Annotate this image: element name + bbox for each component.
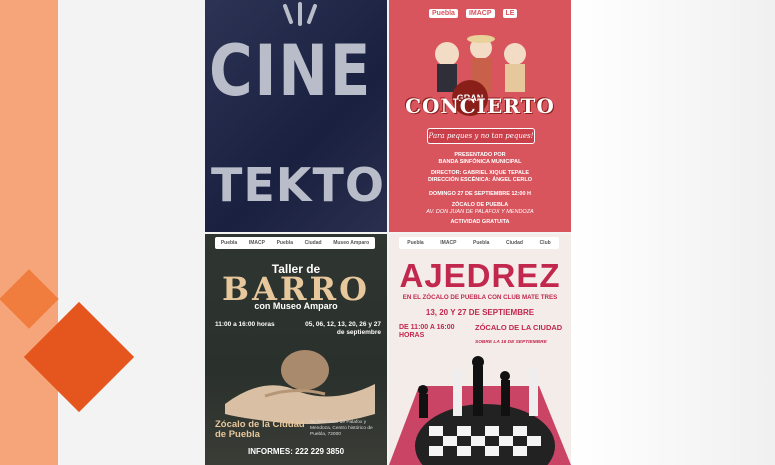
venue-sub: SOBRE LA 16 DE SEPTIEMBRE	[475, 340, 547, 345]
event-hours: DE 11:00 A 16:00 HORAS	[399, 324, 455, 339]
logo-ciudad: Ciudad	[304, 240, 322, 246]
poster-ajedrez[interactable]: Puebla IMACP Puebla Ciudad Club AJEDREZ …	[389, 234, 571, 465]
scenic-director: DIRECCIÓN ESCÉNICA: ÁNGEL CERLO	[427, 177, 533, 183]
sponsor-logos: Puebla IMACP Puebla Ciudad Museo Amparo	[215, 237, 375, 249]
star-burst-icon	[283, 2, 317, 26]
logo-puebla: Puebla	[429, 9, 458, 18]
logo-imacp: IMACP	[440, 240, 457, 246]
sponsor-logos: Puebla IMACP LE	[429, 9, 518, 18]
event-dates: 13, 20 Y 27 DE SEPTIEMBRE	[425, 308, 535, 317]
event-date: DOMINGO 27 DE SEPTIEMBRE 12:00 H	[428, 191, 532, 197]
tagline-ribbon: Para peques y no tan peques!	[427, 128, 535, 144]
decorative-left-band	[0, 0, 58, 465]
logo-imacp: IMACP	[248, 240, 265, 246]
venue-address: AV. DON JUAN DE PALAFOX Y MENDOZA	[426, 209, 534, 215]
club-subtitle: EN EL ZÓCALO DE PUEBLA CON CLUB MATE TRE…	[402, 294, 558, 301]
event-hours: 11:00 a 16:00 horas	[215, 321, 275, 328]
poster-title-tekton: TEKTON	[211, 158, 387, 212]
presented-label: PRESENTADO POR	[454, 152, 506, 158]
venue-address: Av. Don Juan de Palafox y Mendoza, Centr…	[310, 420, 373, 437]
logo-museo-amparo: Museo Amparo	[333, 240, 370, 246]
logo-ciudad: Ciudad	[506, 240, 523, 246]
logo-puebla-2: Puebla	[276, 240, 293, 246]
logo-imacp: IMACP	[465, 9, 495, 18]
free-activity: ACTIVIDAD GRATUITA	[450, 219, 510, 225]
poster-title-ajedrez: AJEDREZ	[399, 257, 561, 294]
logo-puebla: Puebla	[220, 240, 238, 246]
subtitle-museo: con Museo Amparo	[254, 301, 338, 311]
clay-hands-photo	[225, 350, 375, 424]
venue: Zócalo de la Ciudad de Puebla	[215, 419, 305, 440]
presenter: BANDA SINFÓNICA MUNICIPAL	[438, 159, 522, 165]
chess-board-illustration	[389, 356, 571, 465]
poster-cine-tekton[interactable]: CINE TEKTON	[205, 0, 387, 232]
poster-gran-concierto[interactable]: Puebla IMACP LE GRAN CONCIERTO Para pequ…	[389, 0, 571, 232]
logo-club: Club	[539, 240, 551, 246]
director: DIRECTOR: GABRIEL XIQUE TEPALE	[430, 170, 530, 176]
info-phone: INFORMES: 222 229 3850	[247, 447, 345, 456]
venue: ZÓCALO DE PUEBLA	[451, 202, 509, 208]
logo-puebla: Puebla	[407, 240, 424, 246]
logo-le: LE	[502, 9, 518, 18]
venue: ZÓCALO DE LA CIUDAD	[475, 323, 563, 332]
decorative-right-panel	[571, 0, 775, 465]
poster-taller-barro[interactable]: Puebla IMACP Puebla Ciudad Museo Amparo …	[205, 234, 387, 465]
sponsor-logos: Puebla IMACP Puebla Ciudad Club	[399, 237, 559, 249]
poster-title-concierto: CONCIERTO	[405, 94, 555, 118]
logo-puebla-2: Puebla	[473, 240, 490, 246]
poster-title-cine: CINE	[209, 30, 373, 112]
